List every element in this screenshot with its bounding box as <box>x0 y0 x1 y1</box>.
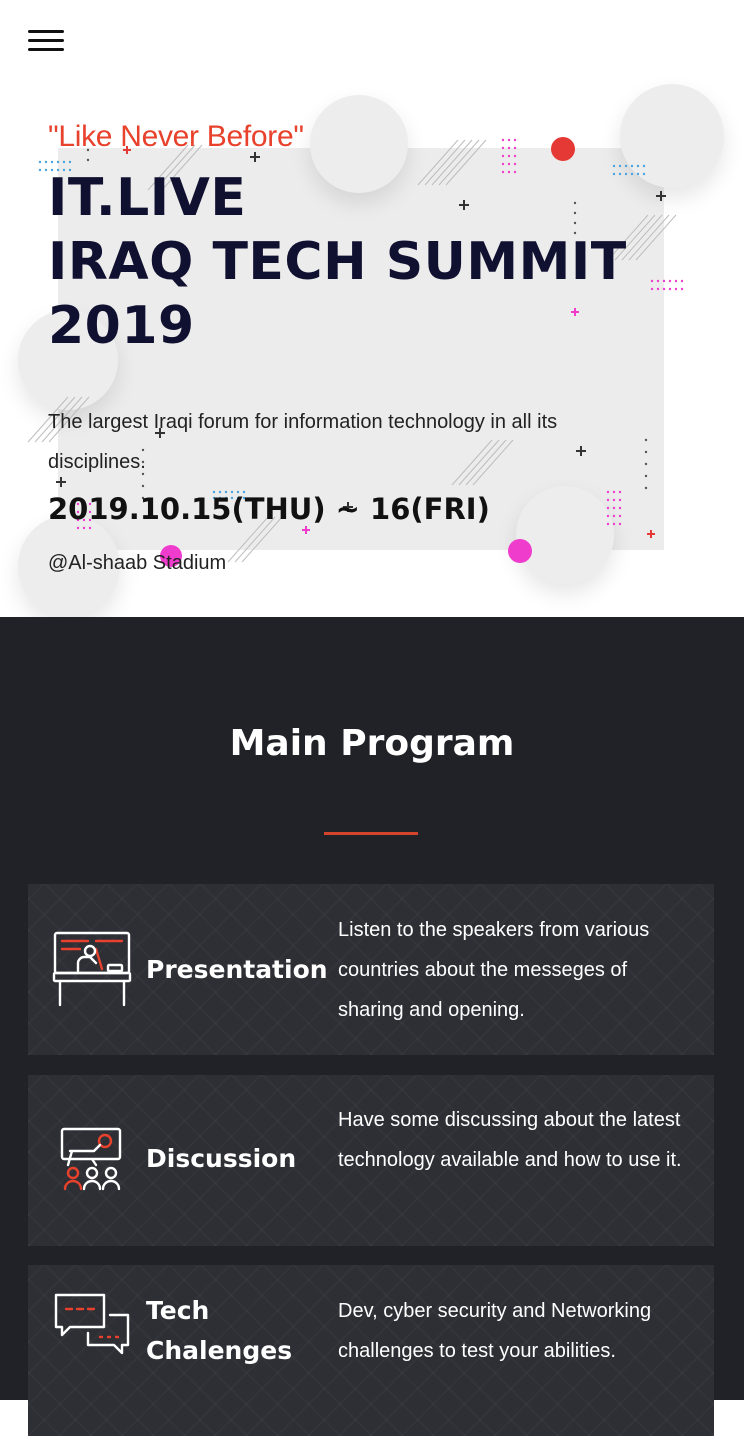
program-card-presentation: Presentation Listen to the speakers from… <box>28 884 714 1055</box>
hero-tagline: "Like Never Before" <box>48 120 304 153</box>
hero-title-line: IT.LIVE <box>48 168 247 228</box>
program-card-discussion: Discussion Have some discussing about th… <box>28 1075 714 1246</box>
program-name: Tech Chalenges <box>146 1296 293 1365</box>
presentation-icon <box>52 929 132 1009</box>
hero-description: The largest Iraqi forum for information … <box>48 411 558 473</box>
discussion-icon <box>52 1123 132 1203</box>
program-name: Discussion <box>146 1144 297 1173</box>
program-description: Listen to the speakers from various coun… <box>338 919 650 1021</box>
hero-section: "Like Never Before" IT.LIVE IRAQ TECH SU… <box>0 0 744 617</box>
program-name: Presentation <box>146 955 328 984</box>
program-card-tech-challenges: Tech Chalenges Dev, cyber security and N… <box>28 1265 714 1436</box>
program-description: Have some discussing about the latest te… <box>338 1109 682 1171</box>
section-divider <box>324 832 418 835</box>
program-description: Dev, cyber security and Networking chall… <box>338 1300 652 1362</box>
section-title: Main Program <box>229 723 515 764</box>
event-date: 2019.10.15(THU) ~ 16(FRI) <box>48 492 490 526</box>
hero-title: IT.LIVE IRAQ TECH SUMMIT 2019 <box>48 166 668 358</box>
hero-title-line: 2019 <box>48 296 195 356</box>
event-venue: @Al-shaab Stadium <box>48 552 227 574</box>
chat-bubbles-icon <box>52 1291 132 1371</box>
main-program-section: Main Program Presentation Listen to the … <box>0 617 744 1436</box>
hero-title-line: IRAQ TECH SUMMIT <box>48 232 627 292</box>
